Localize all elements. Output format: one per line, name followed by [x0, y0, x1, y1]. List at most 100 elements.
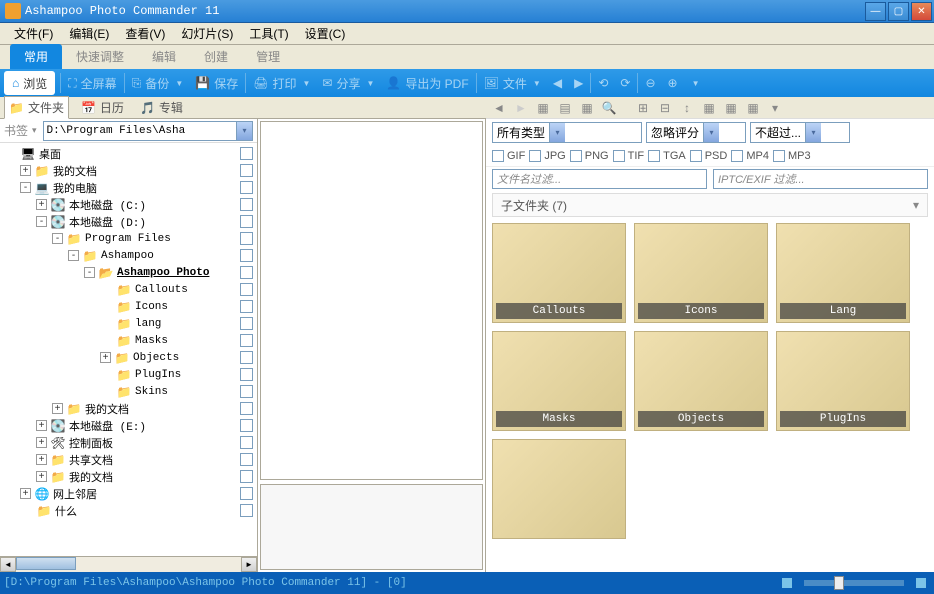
tool3-icon[interactable]: ▦: [700, 99, 718, 117]
tree-checkbox[interactable]: [240, 249, 253, 262]
tree-checkbox[interactable]: [240, 283, 253, 296]
subfolder-collapse-icon[interactable]: ▾: [913, 198, 919, 212]
filter-type[interactable]: 所有类型▾: [492, 122, 642, 143]
tool1-icon[interactable]: ⊞: [634, 99, 652, 117]
tree-node[interactable]: +📁我的文档: [0, 162, 257, 179]
tree-checkbox[interactable]: [240, 470, 253, 483]
folder-tree[interactable]: 🖥桌面+📁我的文档-💻我的电脑+💽本地磁盘 (C:)-💽本地磁盘 (D:)-📁P…: [0, 143, 257, 556]
expand-toggle[interactable]: +: [36, 437, 47, 448]
tab-create[interactable]: 创建: [190, 44, 242, 69]
share-button[interactable]: ✉分享▼: [316, 71, 380, 95]
tree-node[interactable]: 📁PlugIns: [0, 366, 257, 383]
tab-common[interactable]: 常用: [10, 44, 62, 69]
menu-view[interactable]: 查看(V): [119, 23, 171, 44]
folder-thumb[interactable]: Masks: [492, 331, 626, 431]
tree-node[interactable]: -💻我的电脑: [0, 179, 257, 196]
expand-toggle[interactable]: +: [36, 454, 47, 465]
zoom-in-button[interactable]: ⊕: [662, 71, 684, 95]
expand-toggle[interactable]: +: [36, 199, 47, 210]
close-button[interactable]: ✕: [911, 2, 932, 21]
file-button[interactable]: 🖼文件▼: [478, 71, 547, 95]
tree-node[interactable]: +📁我的文档: [0, 400, 257, 417]
menu-file[interactable]: 文件(F): [8, 23, 59, 44]
subtab-folders[interactable]: 📁文件夹: [4, 96, 69, 119]
backup-button[interactable]: ⎘备份▼: [126, 71, 190, 95]
format-check-mp4[interactable]: MP4: [731, 150, 769, 162]
tree-checkbox[interactable]: [240, 419, 253, 432]
tree-node[interactable]: 📁什么: [0, 502, 257, 519]
folder-thumb[interactable]: Lang: [776, 223, 910, 323]
expand-toggle[interactable]: -: [52, 233, 63, 244]
print-button[interactable]: 🖨打印▼: [247, 71, 316, 95]
tree-checkbox[interactable]: [240, 164, 253, 177]
filter-date[interactable]: 不超过...▾: [750, 122, 850, 143]
expand-toggle[interactable]: +: [36, 420, 47, 431]
expand-toggle[interactable]: +: [36, 471, 47, 482]
tree-node[interactable]: 📁Masks: [0, 332, 257, 349]
tree-checkbox[interactable]: [240, 181, 253, 194]
tree-node[interactable]: +📁我的文档: [0, 468, 257, 485]
expand-toggle[interactable]: -: [68, 250, 79, 261]
search-icon[interactable]: 🔍: [600, 99, 618, 117]
tree-node[interactable]: -📁Program Files: [0, 230, 257, 247]
tree-checkbox[interactable]: [240, 402, 253, 415]
expand-toggle[interactable]: +: [20, 165, 31, 176]
folder-thumb[interactable]: PlugIns: [776, 331, 910, 431]
fullscreen-button[interactable]: ⛶全屏幕: [62, 71, 122, 95]
tree-node[interactable]: +🌐网上邻居: [0, 485, 257, 502]
tree-checkbox[interactable]: [240, 266, 253, 279]
zoom-slider[interactable]: [804, 580, 904, 586]
menu-slideshow[interactable]: 幻灯片(S): [175, 23, 239, 44]
format-check-jpg[interactable]: JPG: [529, 150, 565, 162]
tree-node[interactable]: 📁Icons: [0, 298, 257, 315]
tree-checkbox[interactable]: [240, 487, 253, 500]
tree-node[interactable]: 📁Callouts: [0, 281, 257, 298]
folder-thumb[interactable]: [492, 439, 626, 539]
folder-thumb[interactable]: Callouts: [492, 223, 626, 323]
minimize-button[interactable]: —: [865, 2, 886, 21]
menu-settings[interactable]: 设置(C): [299, 23, 352, 44]
expand-toggle[interactable]: +: [100, 352, 111, 363]
tree-checkbox[interactable]: [240, 504, 253, 517]
tree-node[interactable]: 📁Skins: [0, 383, 257, 400]
export-pdf-button[interactable]: 👤导出为 PDF: [380, 71, 474, 95]
tree-checkbox[interactable]: [240, 385, 253, 398]
tab-quickadjust[interactable]: 快速调整: [62, 44, 138, 69]
maximize-button[interactable]: ▢: [888, 2, 909, 21]
path-input[interactable]: [43, 121, 237, 141]
expand-toggle[interactable]: -: [84, 267, 95, 278]
tree-node[interactable]: 📁lang: [0, 315, 257, 332]
folder-thumb[interactable]: Icons: [634, 223, 768, 323]
filter-rating[interactable]: 忽略评分▾: [646, 122, 746, 143]
menu-edit[interactable]: 编辑(E): [63, 23, 115, 44]
tree-node[interactable]: +💽本地磁盘 (E:): [0, 417, 257, 434]
tool5-icon[interactable]: ▦: [744, 99, 762, 117]
subtab-album[interactable]: 🎵专辑: [136, 97, 187, 118]
format-check-psd[interactable]: PSD: [690, 150, 728, 162]
path-dropdown[interactable]: ▾: [237, 121, 253, 141]
zoom-out-button[interactable]: ⊖: [639, 71, 661, 95]
tree-checkbox[interactable]: [240, 232, 253, 245]
save-button[interactable]: 💾保存: [189, 71, 244, 95]
tool2-icon[interactable]: ⊟: [656, 99, 674, 117]
nav-back-button[interactable]: ◀: [547, 71, 568, 95]
format-check-mp3[interactable]: MP3: [773, 150, 811, 162]
tree-scrollbar-h[interactable]: ◄►: [0, 556, 257, 572]
format-check-tga[interactable]: TGA: [648, 150, 686, 162]
sort-icon[interactable]: ↕: [678, 99, 696, 117]
view-detail-icon[interactable]: ▤: [556, 99, 574, 117]
filename-filter[interactable]: 文件名过滤...: [492, 169, 707, 189]
tree-checkbox[interactable]: [240, 317, 253, 330]
format-check-png[interactable]: PNG: [570, 150, 609, 162]
tree-checkbox[interactable]: [240, 147, 253, 160]
tree-checkbox[interactable]: [240, 215, 253, 228]
tree-node[interactable]: -💽本地磁盘 (D:): [0, 213, 257, 230]
iptc-filter[interactable]: IPTC/EXIF 过滤...: [713, 169, 928, 189]
view-grid-icon[interactable]: ▦: [578, 99, 596, 117]
tool4-icon[interactable]: ▦: [722, 99, 740, 117]
tree-checkbox[interactable]: [240, 368, 253, 381]
folder-thumb[interactable]: Objects: [634, 331, 768, 431]
nav-fwd2-icon[interactable]: ►: [512, 99, 530, 117]
subtab-calendar[interactable]: 📅日历: [77, 97, 128, 118]
tree-checkbox[interactable]: [240, 351, 253, 364]
